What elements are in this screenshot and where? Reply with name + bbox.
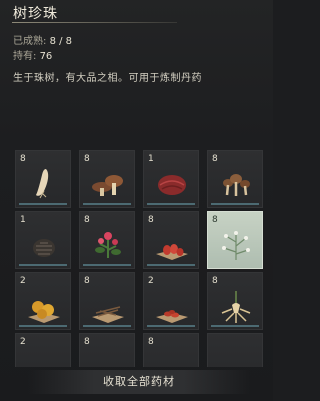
white-herb-icon: [222, 231, 250, 260]
herb-count: 8: [148, 337, 154, 347]
owned-label: 持有:: [13, 51, 40, 62]
herb-progress: [147, 264, 195, 266]
ripe-stat: 已成熟: 8 / 8: [13, 32, 72, 47]
herb-count: 2: [20, 337, 26, 347]
herb-slot[interactable]: 8: [79, 211, 135, 269]
herb-detail-panel: 树珍珠 已成熟: 8 / 8 持有: 76 生于珠树，有大品之相。可用于炼制丹药…: [0, 0, 273, 401]
herb-count: 8: [84, 337, 90, 347]
herb-progress: [211, 203, 259, 205]
ripe-label: 已成熟:: [13, 36, 50, 47]
herb-slot[interactable]: 8: [15, 150, 71, 208]
herb-slot[interactable]: 8: [143, 333, 199, 367]
item-description: 生于珠树，有大品之相。可用于炼制丹药: [13, 73, 202, 84]
herb-progress: [19, 325, 67, 327]
herb-grid: 8 8 1 8 1 8 8 8 2 8 2 8 2 8 8: [15, 147, 269, 367]
herb-slot[interactable]: 2: [15, 333, 71, 367]
owned-value: 76: [39, 51, 53, 62]
red-flower-herb-icon: [95, 232, 121, 258]
herb-progress: [147, 203, 195, 205]
herb-slot[interactable]: 8: [207, 150, 263, 208]
herb-slot-selected[interactable]: 8: [207, 211, 263, 269]
item-title: 树珍珠: [13, 6, 58, 22]
dried-twigs-icon: [92, 306, 124, 323]
collect-all-button[interactable]: 收取全部药材: [28, 370, 250, 394]
footer-bar: 收取全部药材: [28, 370, 250, 394]
herb-slot[interactable]: 1: [15, 211, 71, 269]
herb-progress: [83, 264, 131, 266]
herb-slot[interactable]: 2: [15, 272, 71, 330]
red-seeds-icon: [156, 310, 188, 323]
mushroom-cluster-icon: [223, 174, 250, 196]
ripe-value: 8 / 8: [49, 36, 73, 47]
herb-slot[interactable]: 8: [79, 150, 135, 208]
owned-stat: 持有: 76: [13, 47, 52, 62]
herb-slot[interactable]: [207, 333, 263, 367]
herb-slot[interactable]: 8: [143, 211, 199, 269]
herb-slot[interactable]: 1: [143, 150, 199, 208]
herb-progress: [147, 325, 195, 327]
ginseng-icon: [221, 291, 251, 323]
title-divider: [12, 22, 177, 23]
herb-progress: [211, 325, 259, 327]
herb-slot[interactable]: 2: [143, 272, 199, 330]
herb-progress: [19, 264, 67, 266]
brown-mushroom-icon: [92, 175, 123, 196]
ginseng-root-icon: [36, 169, 49, 199]
red-lingzhi-icon: [158, 175, 186, 195]
golden-fruit-icon: [28, 301, 60, 323]
herb-progress: [83, 203, 131, 205]
pine-cone-icon: [33, 239, 55, 257]
herb-slot[interactable]: 8: [79, 272, 135, 330]
red-berries-icon: [156, 244, 188, 260]
herb-slot[interactable]: 8: [207, 272, 263, 330]
herb-progress: [19, 203, 67, 205]
herb-progress: [83, 325, 131, 327]
herb-slot[interactable]: 8: [79, 333, 135, 367]
